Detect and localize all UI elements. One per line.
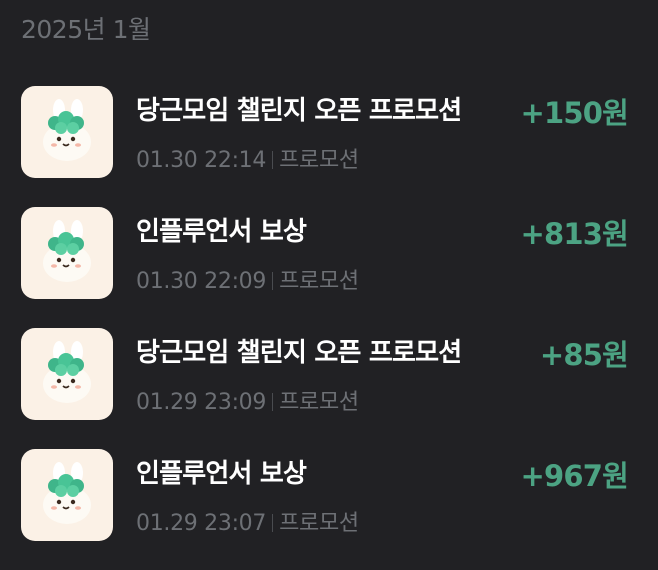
transaction-date: 01.30 22:09 <box>136 269 267 294</box>
transaction-category: 프로모션 <box>279 269 359 294</box>
carrot-bunny-mascot-icon <box>21 449 113 541</box>
transaction-list: 당근모임 챌린지 오픈 프로모션 01.30 22:14 프로모션 +150원 <box>0 86 658 570</box>
transaction-category: 프로모션 <box>279 390 359 415</box>
transaction-title: 인플루언서 보상 <box>136 217 307 247</box>
meta-divider <box>272 151 274 169</box>
transaction-row[interactable]: 당근모임 챌린지 오픈 프로모션 01.29 23:09 프로모션 +85원 <box>0 328 658 449</box>
carrot-bunny-mascot-icon <box>21 207 113 299</box>
transaction-category: 프로모션 <box>279 148 359 173</box>
meta-divider <box>272 272 274 290</box>
carrot-bunny-mascot-icon <box>21 86 113 178</box>
transaction-category: 프로모션 <box>279 511 359 536</box>
transaction-meta: 01.30 22:14 프로모션 <box>136 142 359 174</box>
transaction-row[interactable]: 당근모임 챌린지 오픈 프로모션 01.30 22:14 프로모션 +150원 <box>0 86 658 207</box>
month-header: 2025년 1월 <box>21 15 151 44</box>
transaction-date: 01.30 22:14 <box>136 148 267 173</box>
transaction-date: 01.29 23:07 <box>136 511 267 536</box>
carrot-bunny-mascot-icon <box>21 328 113 420</box>
transaction-row[interactable]: 인플루언서 보상 01.30 22:09 프로모션 +813원 <box>0 207 658 328</box>
transaction-title: 당근모임 챌린지 오픈 프로모션 <box>136 96 462 126</box>
transaction-row[interactable]: 인플루언서 보상 01.29 23:07 프로모션 +967원 <box>0 449 658 570</box>
transaction-date: 01.29 23:09 <box>136 390 267 415</box>
transaction-amount: +85원 <box>539 338 629 372</box>
meta-divider <box>272 514 274 532</box>
transaction-meta: 01.29 23:09 프로모션 <box>136 384 359 416</box>
transaction-meta: 01.30 22:09 프로모션 <box>136 263 359 295</box>
transaction-title: 인플루언서 보상 <box>136 459 307 489</box>
transaction-meta: 01.29 23:07 프로모션 <box>136 505 359 537</box>
transaction-title: 당근모임 챌린지 오픈 프로모션 <box>136 338 462 368</box>
transaction-amount: +813원 <box>520 217 628 251</box>
transaction-amount: +150원 <box>520 96 628 130</box>
meta-divider <box>272 393 274 411</box>
transaction-amount: +967원 <box>520 459 628 493</box>
